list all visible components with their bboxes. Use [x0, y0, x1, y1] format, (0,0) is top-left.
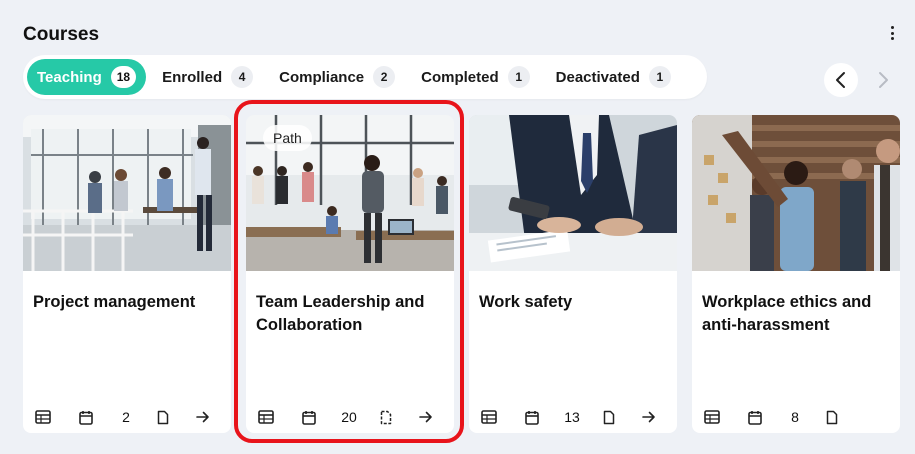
- course-title: Workplace ethics and anti-harassment: [702, 293, 872, 334]
- tab-teaching[interactable]: Teaching 18: [27, 59, 147, 95]
- tab-enrolled[interactable]: Enrolled 4: [152, 59, 263, 95]
- card-footer: 2: [33, 407, 221, 427]
- card-footer: 8: [702, 407, 890, 427]
- kebab-menu-icon[interactable]: [887, 26, 897, 40]
- tab-count-badge: 1: [507, 66, 530, 88]
- table-icon: [702, 407, 722, 427]
- table-icon: [33, 407, 53, 427]
- tab-count-badge: 1: [648, 66, 671, 88]
- course-title: Work safety: [479, 293, 573, 311]
- previous-button[interactable]: [824, 63, 858, 97]
- course-thumbnail: [23, 115, 231, 271]
- tab-deactivated[interactable]: Deactivated 1: [546, 59, 681, 95]
- dashed-document-icon: [376, 407, 396, 427]
- item-count: 20: [341, 409, 357, 425]
- item-count: 8: [791, 409, 799, 425]
- item-count: 2: [122, 409, 130, 425]
- path-badge: Path: [263, 125, 312, 151]
- course-thumbnail: [692, 115, 900, 271]
- tab-completed[interactable]: Completed 1: [411, 59, 540, 95]
- card-footer: 20: [256, 407, 444, 427]
- arrow-right-icon[interactable]: [193, 407, 213, 427]
- tab-label: Deactivated: [555, 68, 640, 86]
- course-tabs: Teaching 18 Enrolled 4 Compliance 2 Comp…: [23, 55, 707, 99]
- tab-label: Enrolled: [162, 68, 223, 86]
- tab-count-badge: 18: [110, 66, 137, 88]
- tab-count-badge: 4: [231, 66, 254, 88]
- tab-compliance[interactable]: Compliance 2: [269, 59, 405, 95]
- arrow-right-icon[interactable]: [416, 407, 436, 427]
- document-icon: [822, 407, 842, 427]
- calendar-icon: [75, 407, 97, 427]
- course-card[interactable]: Path Team Leadership and Collaboration 2…: [246, 115, 454, 433]
- document-icon: [153, 407, 173, 427]
- course-thumbnail: [469, 115, 677, 271]
- table-icon: [256, 407, 276, 427]
- table-icon: [479, 407, 499, 427]
- chevron-right-icon: [879, 72, 888, 88]
- calendar-icon: [521, 407, 543, 427]
- course-thumbnail: Path: [246, 115, 454, 271]
- next-button[interactable]: [866, 63, 900, 97]
- tab-label: Compliance: [279, 68, 365, 86]
- calendar-icon: [298, 407, 320, 427]
- card-footer: 13: [479, 407, 667, 427]
- item-count: 13: [564, 409, 580, 425]
- chevron-left-icon: [836, 72, 845, 88]
- course-title: Team Leadership and Collaboration: [256, 293, 425, 334]
- course-title: Project management: [33, 293, 196, 311]
- course-card[interactable]: Project management 2: [23, 115, 231, 433]
- page-title: Courses: [23, 24, 100, 45]
- calendar-icon: [744, 407, 766, 427]
- tab-label: Completed: [421, 68, 499, 86]
- document-icon: [599, 407, 619, 427]
- course-card[interactable]: Workplace ethics and anti-harassment 8: [692, 115, 900, 433]
- tab-count-badge: 2: [373, 66, 396, 88]
- arrow-right-icon[interactable]: [639, 407, 659, 427]
- course-card[interactable]: Work safety 13: [469, 115, 677, 433]
- tab-label: Teaching: [37, 68, 102, 86]
